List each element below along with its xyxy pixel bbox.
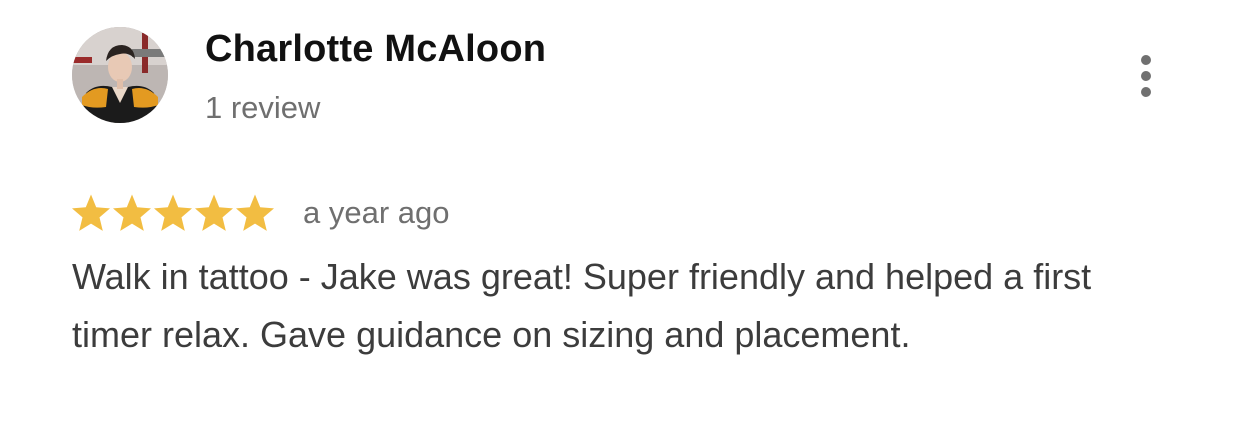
avatar[interactable] <box>72 27 168 123</box>
star-icon <box>195 194 233 231</box>
star-rating <box>70 192 275 234</box>
more-options-button[interactable] <box>1122 48 1170 104</box>
star-icon <box>154 194 192 231</box>
review-text: Walk in tattoo - Jake was great! Super f… <box>72 256 1092 355</box>
review-date: a year ago <box>303 195 450 230</box>
review-count[interactable]: 1 review <box>205 90 320 126</box>
rating-row: a year ago <box>70 190 450 236</box>
more-vertical-icon <box>1141 55 1151 97</box>
avatar-photo <box>72 27 168 123</box>
star-icon <box>72 194 110 231</box>
reviewer-name[interactable]: Charlotte McAloon <box>205 28 546 71</box>
review-card: Charlotte McAloon 1 review a year ago Wa… <box>0 0 1242 446</box>
star-icon <box>113 194 151 231</box>
star-icon <box>236 194 274 231</box>
